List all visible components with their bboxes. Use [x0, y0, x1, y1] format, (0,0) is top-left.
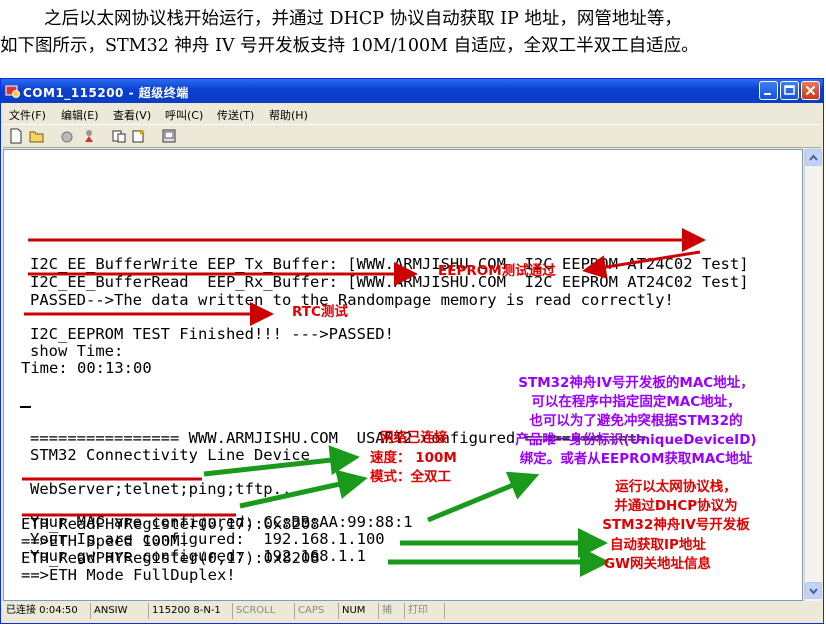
annotation-speed: 速度： 100M [370, 450, 457, 466]
annotation-rtc: RTC测试 [292, 304, 348, 320]
annotation-gw: GW网关地址信息 [604, 556, 711, 572]
annotation-eeprom: EEPROM测试通过 [438, 263, 556, 279]
annotation-net-connected: 网络已连接 [380, 430, 448, 446]
annotation-ip: 自动获取IP地址 [610, 537, 706, 553]
annotation-mac-note: STM32神舟IV号开发板的MAC地址， 可以在程序中指定固定MAC地址， 也可… [515, 375, 757, 467]
mode-green-arrow [239, 469, 368, 509]
annotation-dhcp-note: 运行以太网协议栈， 并通过DHCP协议为 STM32神舟IV号开发板 [602, 479, 750, 533]
annotation-mode: 模式：全双工 [370, 469, 451, 485]
speed-green-arrow [203, 445, 360, 477]
eeprom-label-arrow [582, 250, 701, 279]
